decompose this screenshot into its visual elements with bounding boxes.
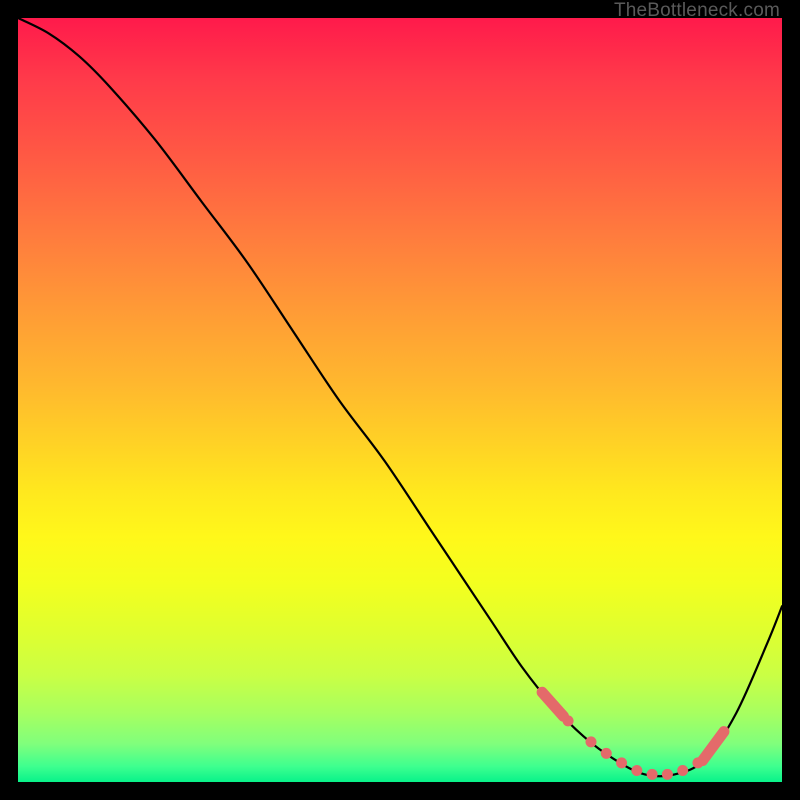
watermark-text: TheBottleneck.com — [614, 0, 780, 22]
optimal-zone-dot — [647, 769, 658, 780]
optimal-zone-dot — [601, 748, 612, 759]
bottleneck-curve-svg — [18, 18, 782, 782]
bottleneck-curve — [18, 18, 782, 776]
plot-area — [18, 18, 782, 782]
optimal-zone-cap — [542, 692, 563, 716]
optimal-zone-dot — [692, 757, 703, 768]
optimal-zone-markers — [542, 692, 724, 780]
optimal-zone-dot — [586, 736, 597, 747]
optimal-zone-dot — [631, 765, 642, 776]
optimal-zone-dot — [662, 769, 673, 780]
optimal-zone-dot — [677, 765, 688, 776]
optimal-zone-dot — [563, 715, 574, 726]
chart-frame: TheBottleneck.com — [0, 0, 800, 800]
optimal-zone-cap — [703, 732, 724, 761]
optimal-zone-dot — [616, 757, 627, 768]
